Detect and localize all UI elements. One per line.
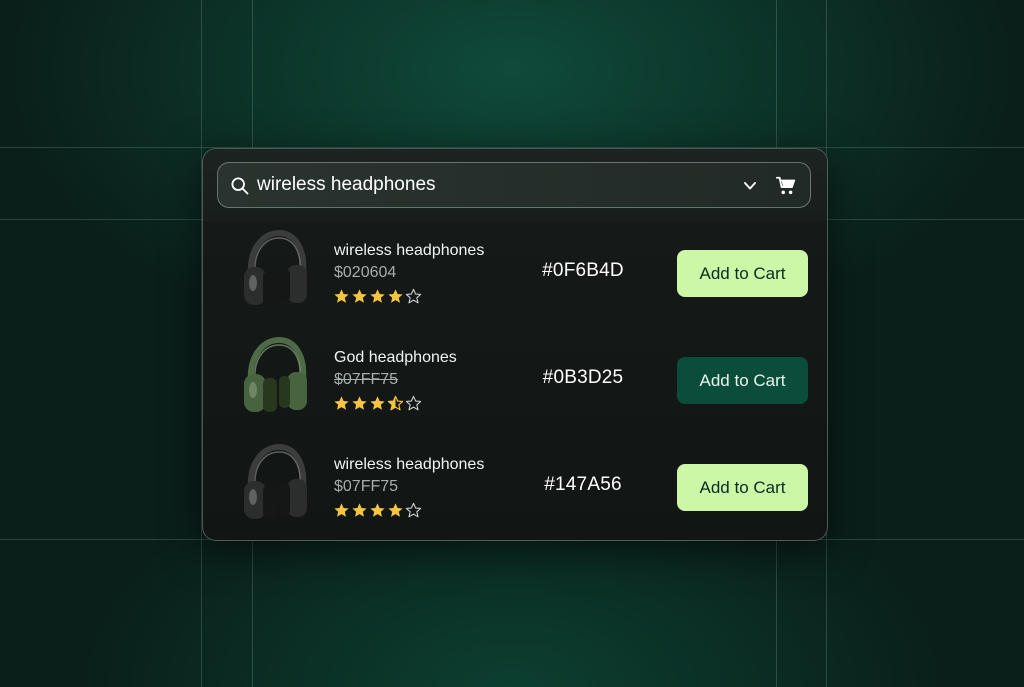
- star-filled-icon: [370, 396, 385, 410]
- star-filled-icon: [334, 289, 349, 303]
- product-title[interactable]: God headphones: [334, 349, 457, 367]
- product-row-1: wireless headphones $020604 #0F6B4D Add …: [203, 222, 827, 322]
- product-price: $020604: [334, 264, 397, 281]
- star-filled-icon: [352, 289, 367, 303]
- star-filled-icon: [334, 396, 349, 410]
- search-input[interactable]: [257, 173, 717, 197]
- product-row-2: God headphones $07FF75 #0B3D25 Add to Ca…: [203, 329, 827, 429]
- headphones-image: [244, 229, 307, 305]
- star-filled-icon: [388, 503, 403, 517]
- search-header: [203, 149, 827, 221]
- star-rating: [333, 288, 422, 305]
- star-empty-icon: [405, 502, 422, 518]
- star-empty-icon: [405, 288, 422, 304]
- star-half-icon: [387, 395, 404, 411]
- color-hex-code: #147A56: [544, 474, 622, 495]
- headphones-image: [244, 336, 307, 412]
- product-row-3: wireless headphones $07FF75 #147A56 Add …: [203, 436, 827, 536]
- add-to-cart-button[interactable]: Add to Cart: [677, 464, 808, 511]
- star-filled-icon: [388, 289, 403, 303]
- star-filled-icon: [370, 503, 385, 517]
- star-filled-icon: [352, 396, 367, 410]
- color-hex-code: #0B3D25: [542, 367, 624, 388]
- product-price: $07FF75: [334, 371, 399, 388]
- search-bar[interactable]: [217, 162, 811, 208]
- color-hex-code: #0F6B4D: [542, 260, 624, 281]
- product-price: $07FF75: [334, 478, 399, 495]
- search-icon: [231, 177, 249, 195]
- product-title[interactable]: wireless headphones: [334, 242, 484, 260]
- star-filled-icon: [352, 503, 367, 517]
- star-empty-icon: [405, 395, 422, 411]
- star-filled-icon: [334, 503, 349, 517]
- cart-icon[interactable]: [775, 175, 797, 197]
- add-to-cart-button[interactable]: Add to Cart: [677, 250, 808, 297]
- product-search-panel: wireless headphones $020604 #0F6B4D Add …: [202, 148, 828, 541]
- star-rating: [333, 395, 422, 412]
- star-rating: [333, 502, 422, 519]
- product-title[interactable]: wireless headphones: [334, 456, 484, 474]
- chevron-down-icon[interactable]: [742, 179, 758, 193]
- add-to-cart-button[interactable]: Add to Cart: [677, 357, 808, 404]
- headphones-image: [244, 443, 307, 519]
- star-filled-icon: [370, 289, 385, 303]
